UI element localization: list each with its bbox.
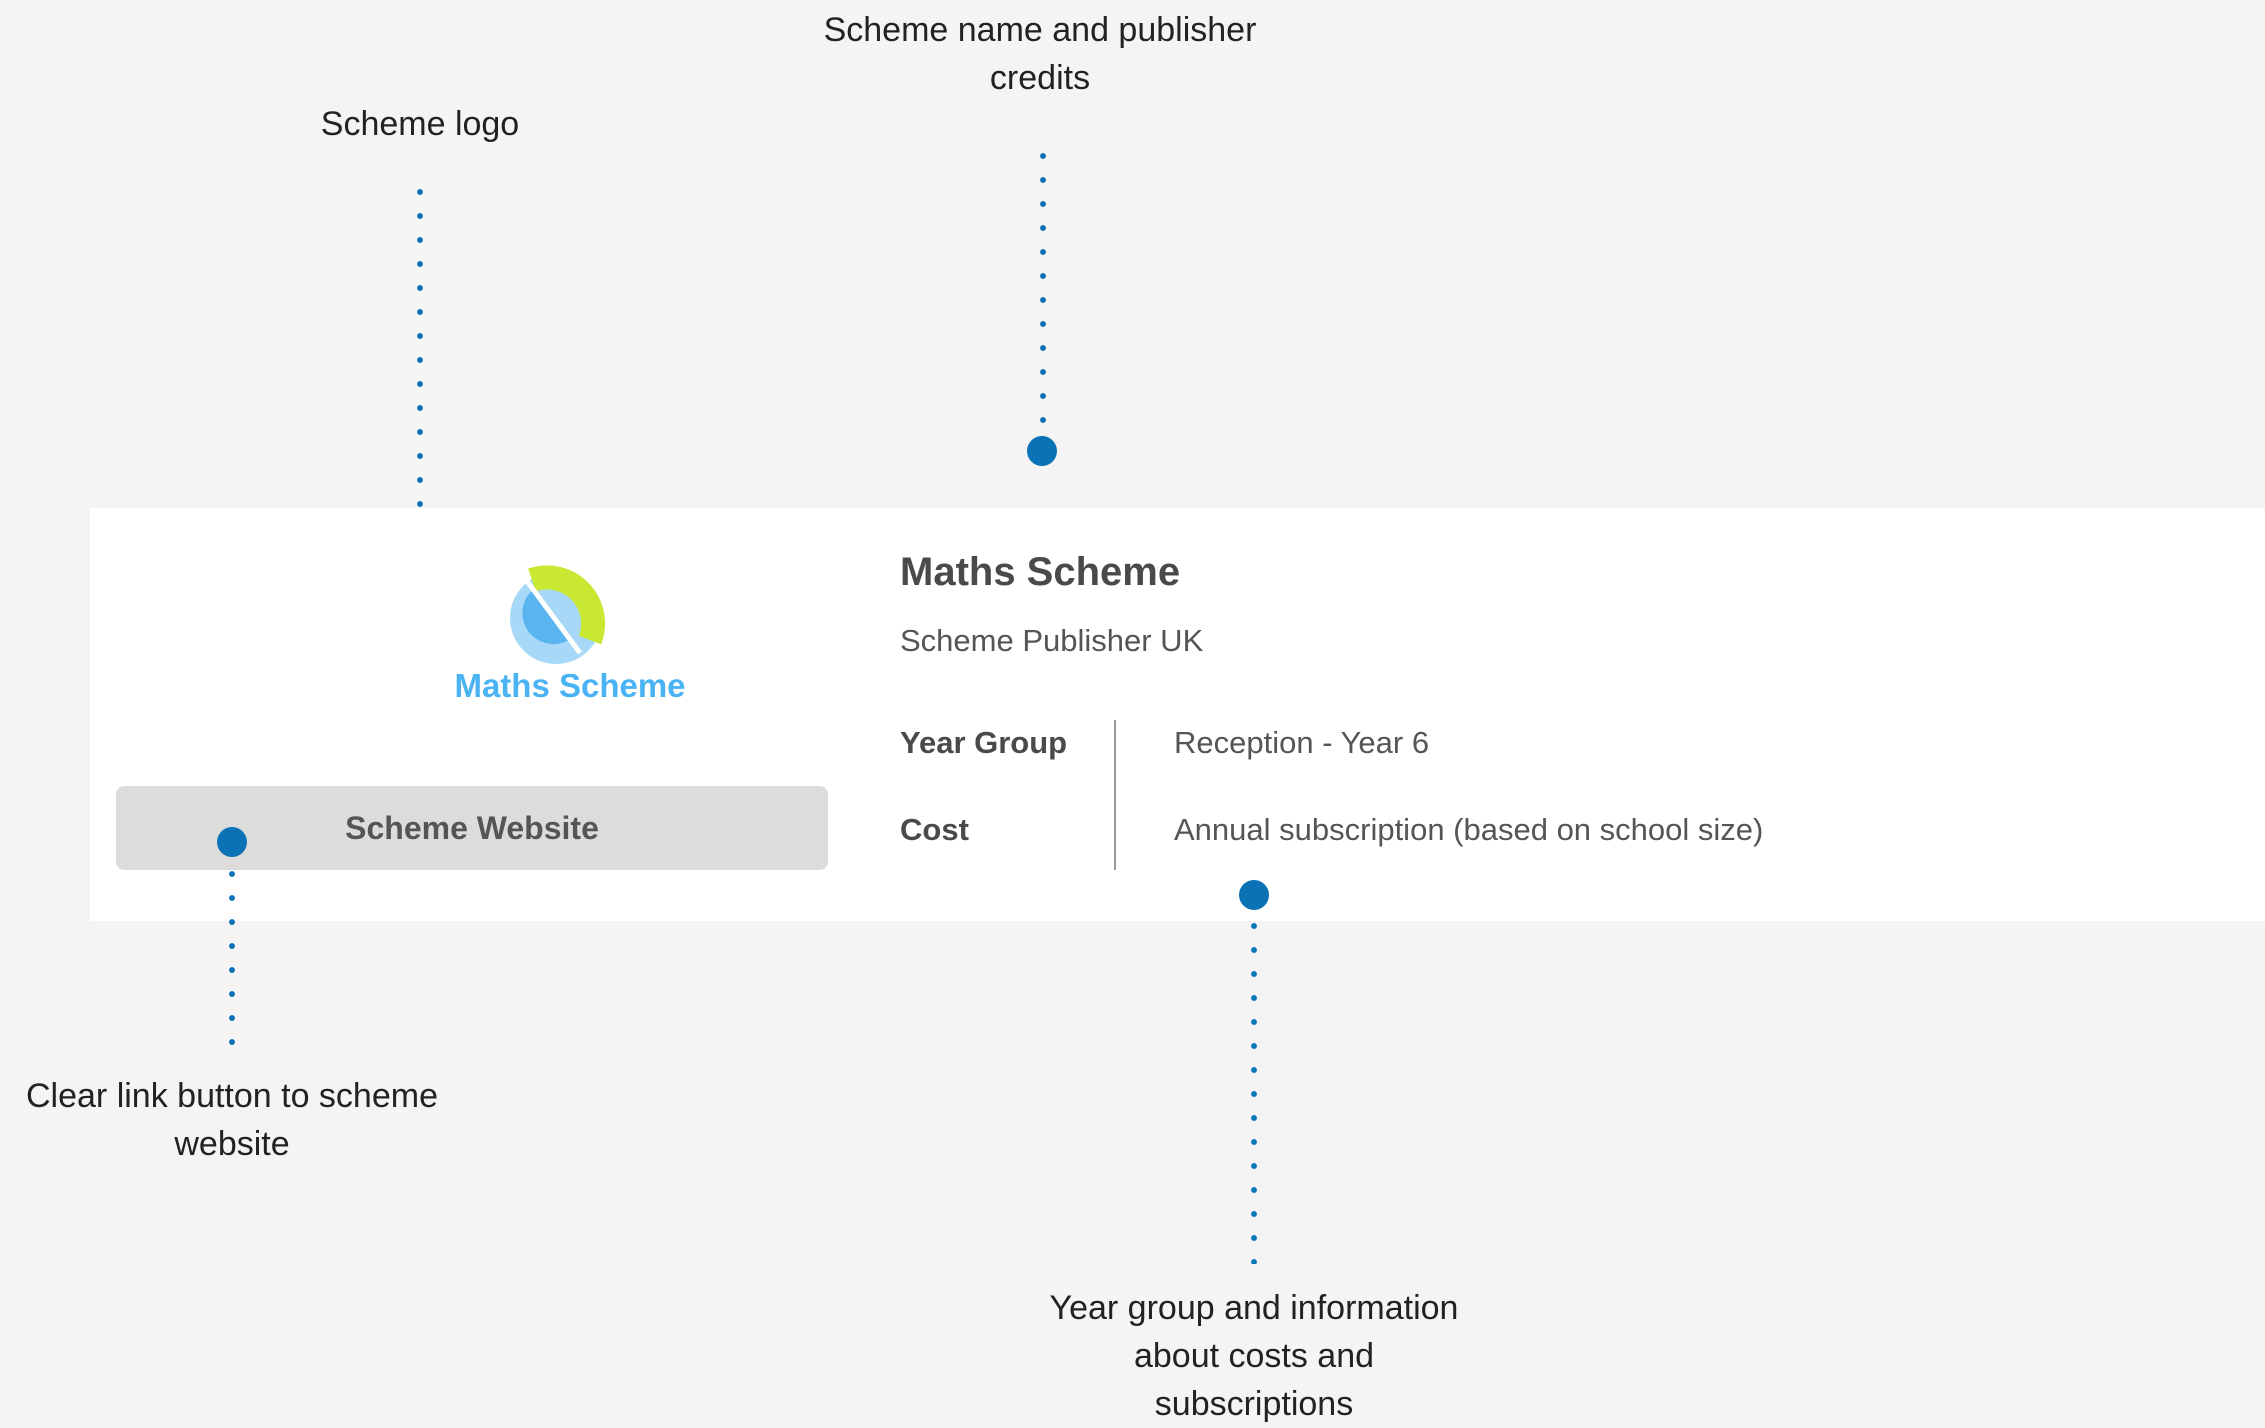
annotation-leader-year-group: [1251, 914, 1257, 1264]
annotation-leader-scheme-name: [1040, 144, 1046, 444]
annotation-scheme-name-line2: credits: [989, 59, 1091, 97]
annotation-year-group-line1: Year group and information: [1049, 1289, 1459, 1327]
annotation-link-button-line1: Clear link button to scheme: [26, 1077, 438, 1115]
scheme-website-button[interactable]: Scheme Website: [116, 786, 828, 870]
annotation-link-button-line2: website: [174, 1125, 290, 1163]
annotation-scheme-name-line1: Scheme name and publisher: [823, 11, 1257, 49]
cost-label: Cost: [900, 812, 969, 847]
scheme-title: Maths Scheme: [900, 550, 1181, 594]
annotation-year-group-line3: subscriptions: [1154, 1385, 1354, 1423]
annotation-year-group: Year group and information about costs a…: [994, 1284, 1514, 1428]
scheme-logo: Maths Scheme: [420, 552, 720, 732]
info-divider: [1114, 720, 1116, 870]
annotation-pin-scheme-name: [1027, 436, 1057, 466]
cost-value: Annual subscription (based on school siz…: [1174, 812, 1764, 847]
annotation-scheme-logo-line1: Scheme logo: [320, 105, 520, 143]
annotation-pin-website-button: [217, 827, 247, 857]
year-group-value: Reception - Year 6: [1174, 725, 1430, 760]
annotation-leader-scheme-logo: [417, 180, 423, 536]
annotation-link-button: Clear link button to scheme website: [0, 1072, 464, 1168]
annotation-pin-year-group: [1239, 880, 1269, 910]
logo-text: Maths Scheme: [454, 667, 686, 704]
annotation-year-group-line2: about costs and: [1133, 1337, 1375, 1375]
annotation-leader-website-button: [229, 862, 235, 1048]
year-group-label: Year Group: [900, 725, 1068, 760]
scheme-publisher: Scheme Publisher UK: [900, 623, 1204, 658]
scheme-card: Maths Scheme Scheme Website Maths Scheme…: [90, 508, 2265, 921]
maths-scheme-logo-icon: [510, 565, 606, 664]
annotation-scheme-logo: Scheme logo: [220, 100, 620, 148]
annotation-scheme-name: Scheme name and publisher credits: [780, 6, 1300, 102]
